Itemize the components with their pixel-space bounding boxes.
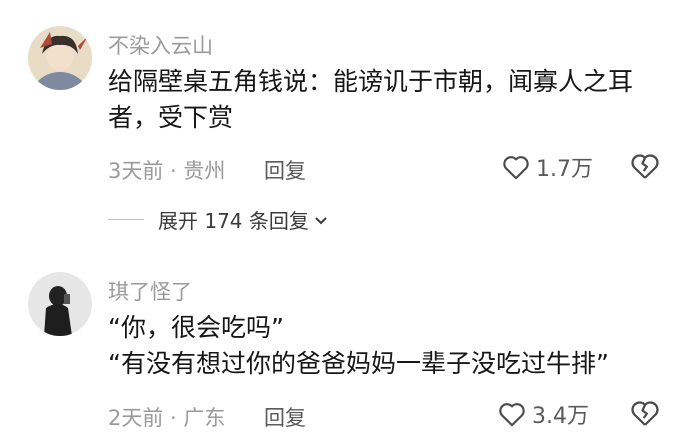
heart-icon	[499, 403, 525, 427]
like-count: 1.7万	[536, 157, 593, 182]
expand-replies-label: 展开 174 条回复	[158, 209, 309, 233]
broken-heart-icon	[631, 154, 659, 179]
chevron-down-icon	[315, 216, 327, 224]
dislike-button[interactable]	[630, 399, 660, 431]
reply-button[interactable]: 回复	[264, 402, 306, 432]
comment-line: “你，很会吃吗”	[108, 313, 284, 342]
time-location: 2天前 · 广东	[108, 406, 226, 430]
like-button[interactable]: 3.4万	[498, 398, 589, 430]
heart-icon	[503, 156, 529, 180]
like-count: 3.4万	[532, 404, 589, 429]
expand-replies-button[interactable]: 展开 174 条回复	[108, 205, 329, 234]
time-location: 3天前 · 贵州	[108, 159, 226, 183]
divider-line	[108, 219, 144, 220]
reply-button[interactable]: 回复	[264, 155, 306, 185]
comment-text: 给隔壁桌五角钱说：能谤讥于市朝，闻寡人之耳 者，受下赏	[108, 64, 668, 136]
avatar[interactable]	[28, 26, 92, 90]
username[interactable]: 琪了怪了	[108, 276, 192, 306]
broken-heart-icon	[631, 401, 659, 426]
dislike-button[interactable]	[630, 152, 660, 184]
comment-line: 者，受下赏	[108, 103, 234, 132]
username[interactable]: 不染入云山	[108, 30, 213, 60]
comment-line: “有没有想过你的爸爸妈妈一辈子没吃过牛排”	[108, 349, 609, 378]
comment-line: 给隔壁桌五角钱说：能谤讥于市朝，闻寡人之耳	[108, 67, 634, 96]
avatar[interactable]	[28, 272, 92, 336]
like-button[interactable]: 1.7万	[502, 151, 593, 183]
comment-text: “你，很会吃吗” “有没有想过你的爸爸妈妈一辈子没吃过牛排”	[108, 310, 668, 382]
